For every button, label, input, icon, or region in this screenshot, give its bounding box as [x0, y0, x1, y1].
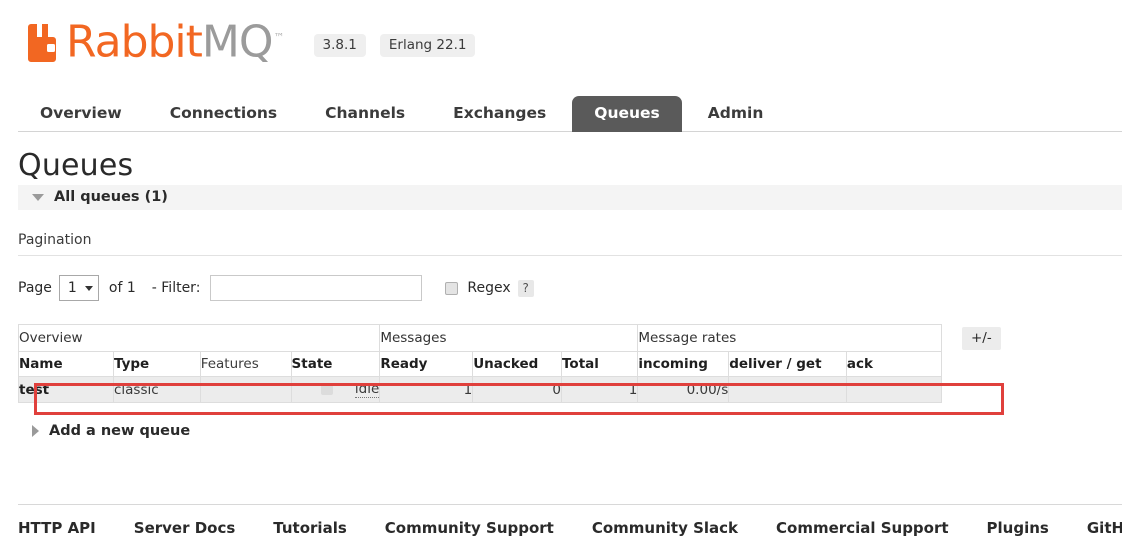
footer-link-http-api[interactable]: HTTP API: [18, 519, 96, 537]
chevron-down-icon: [84, 285, 93, 291]
cell-unacked: 0: [472, 376, 562, 403]
tab-channels[interactable]: Channels: [303, 96, 427, 132]
cell-state: idle: [290, 376, 381, 403]
server-version-badge: 3.8.1: [313, 33, 366, 57]
cell-incoming: 0.00/s: [637, 376, 730, 403]
chevron-right-icon[interactable]: [32, 425, 39, 437]
erlang-version-badge: Erlang 22.1: [379, 33, 476, 57]
footer-links: HTTP API Server Docs Tutorials Community…: [18, 504, 1122, 537]
group-header-overview: Overview: [17, 324, 381, 352]
pagination-heading: Pagination: [18, 232, 1122, 256]
column-header-state[interactable]: State: [290, 351, 381, 377]
regex-checkbox[interactable]: [445, 281, 459, 295]
tab-exchanges[interactable]: Exchanges: [431, 96, 568, 132]
logo-mq-text: MQ: [201, 16, 274, 68]
help-icon[interactable]: ?: [517, 279, 534, 297]
footer-link-tutorials[interactable]: Tutorials: [273, 519, 346, 537]
logo-wordmark: RabbitMQ™: [66, 18, 285, 64]
logo-rabbit-text: Rabbit: [66, 16, 203, 68]
page-number-value: 1: [67, 280, 77, 296]
column-header-ack[interactable]: ack: [845, 351, 943, 377]
tab-connections[interactable]: Connections: [148, 96, 299, 132]
column-header-type[interactable]: Type: [112, 351, 201, 377]
add-queue-label: Add a new queue: [49, 423, 191, 439]
column-header-unacked[interactable]: Unacked: [472, 351, 562, 377]
rabbitmq-management-page: RabbitMQ™ 3.8.1 Erlang 22.1 Overview Con…: [0, 0, 1122, 545]
page-header: RabbitMQ™ 3.8.1 Erlang 22.1: [0, 0, 1122, 88]
trademark-symbol: ™: [273, 30, 285, 44]
filter-input[interactable]: [210, 275, 423, 301]
cell-type: classic: [112, 376, 201, 403]
toggle-columns-button[interactable]: +/-: [962, 327, 1001, 350]
column-header-features: Features: [199, 351, 292, 377]
all-queues-section-header[interactable]: All queues (1): [18, 185, 1122, 210]
footer-link-server-docs[interactable]: Server Docs: [134, 519, 236, 537]
table-column-header-row: Name Type Features State Ready Unacked T…: [18, 351, 943, 377]
cell-total: 1: [560, 376, 639, 403]
cell-ready: 1: [379, 376, 474, 403]
cell-features: [199, 376, 292, 403]
column-header-deliver-get[interactable]: deliver / get: [728, 351, 847, 377]
column-header-incoming[interactable]: incoming: [637, 351, 730, 377]
column-header-total[interactable]: Total: [560, 351, 639, 377]
regex-label: Regex: [467, 280, 511, 296]
rabbit-logo-icon: [28, 24, 56, 63]
page-number-select[interactable]: 1: [58, 275, 99, 301]
table-group-header-row: Overview Messages Message rates: [17, 324, 942, 352]
page-title: Queues: [18, 148, 134, 183]
version-badges: 3.8.1 Erlang 22.1: [313, 33, 490, 57]
queues-table: Overview Messages Message rates Name Typ…: [17, 324, 943, 403]
main-navigation: Overview Connections Channels Exchanges …: [18, 90, 1122, 132]
filter-label: - Filter:: [151, 280, 201, 296]
footer-link-community-support[interactable]: Community Support: [385, 519, 554, 537]
brand-row: RabbitMQ™ 3.8.1 Erlang 22.1: [28, 14, 1122, 66]
queues-table-wrapper: Overview Messages Message rates Name Typ…: [17, 324, 1122, 415]
tab-overview[interactable]: Overview: [18, 96, 144, 132]
cell-state-text: idle: [354, 381, 380, 398]
cell-ack: [845, 376, 943, 403]
state-indicator-icon: [320, 384, 333, 395]
cell-name[interactable]: test: [18, 376, 114, 403]
tab-admin[interactable]: Admin: [686, 96, 786, 132]
add-queue-section[interactable]: Add a new queue: [18, 423, 1122, 439]
page-label: Page: [18, 280, 52, 296]
cell-deliver-get: [728, 376, 847, 403]
main-content: Queues All queues (1) Pagination Page 1 …: [17, 132, 1122, 439]
column-header-ready[interactable]: Ready: [379, 351, 474, 377]
chevron-down-icon[interactable]: [32, 193, 44, 201]
pagination-controls: Page 1 of 1 - Filter: Regex ?: [18, 274, 1122, 302]
tab-queues[interactable]: Queues: [572, 96, 682, 132]
footer-link-commercial-support[interactable]: Commercial Support: [776, 519, 949, 537]
group-header-messages: Messages: [379, 324, 639, 352]
column-header-name[interactable]: Name: [18, 351, 114, 377]
table-row[interactable]: test classic idle 1 0 1 0.00/s: [18, 376, 943, 403]
rabbitmq-logo[interactable]: RabbitMQ™: [28, 18, 285, 64]
group-header-message-rates: Message rates: [637, 324, 942, 352]
footer-link-community-slack[interactable]: Community Slack: [592, 519, 738, 537]
page-total-label: of 1: [108, 280, 136, 296]
all-queues-label: All queues (1): [54, 189, 168, 205]
footer-link-github[interactable]: GitHub: [1087, 519, 1122, 537]
footer-link-plugins[interactable]: Plugins: [987, 519, 1049, 537]
